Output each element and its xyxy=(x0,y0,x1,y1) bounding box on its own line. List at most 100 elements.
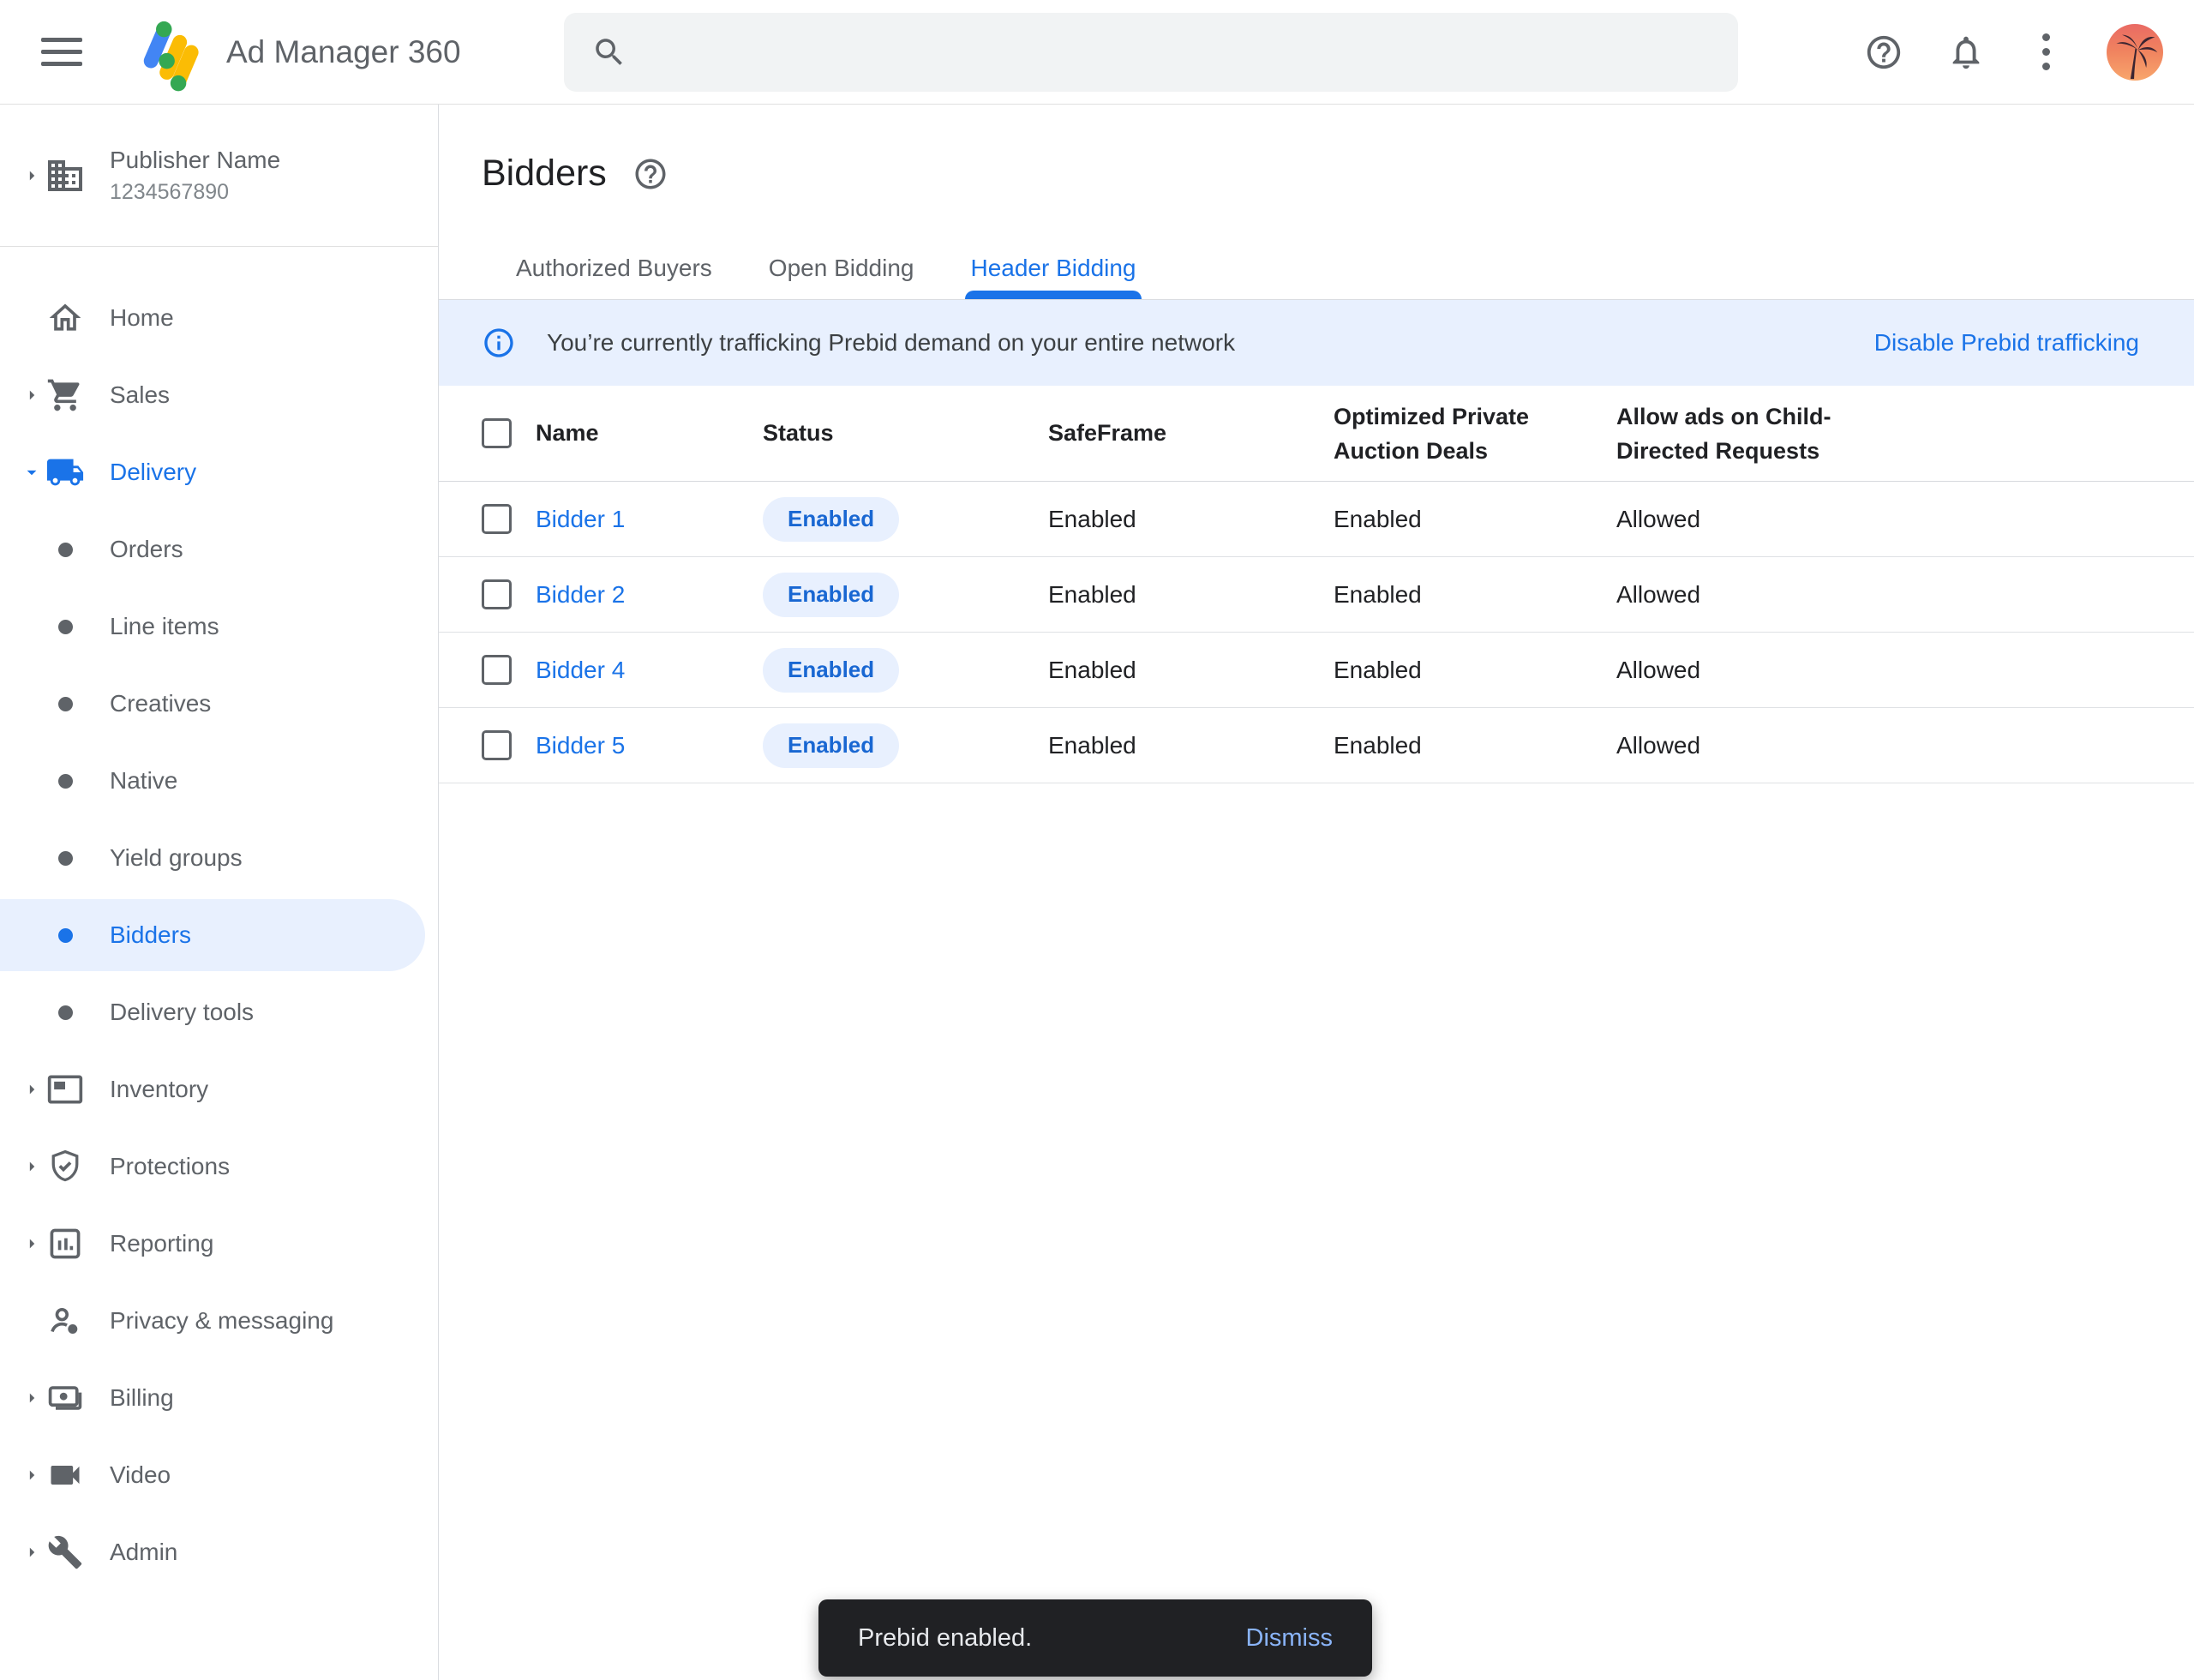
sidebar-item-orders[interactable]: Orders xyxy=(0,513,425,585)
publisher-switcher[interactable]: Publisher Name 1234567890 xyxy=(0,105,438,247)
sidebar-item-label: Creatives xyxy=(110,690,211,717)
sidebar-item-bidders[interactable]: Bidders xyxy=(0,899,425,971)
sidebar-item-delivery-tools[interactable]: Delivery tools xyxy=(0,976,425,1048)
safeframe-cell: Enabled xyxy=(1048,506,1334,533)
status-chip: Enabled xyxy=(763,648,899,693)
bullet-icon xyxy=(45,620,86,634)
sidebar-item-billing[interactable]: Billing xyxy=(0,1362,425,1434)
tab-header-bidding[interactable]: Header Bidding xyxy=(965,255,1141,299)
avatar[interactable] xyxy=(2107,24,2163,81)
row-checkbox[interactable] xyxy=(482,655,512,685)
column-header-status: Status xyxy=(763,420,1048,447)
sidebar-item-label: Video xyxy=(110,1461,171,1489)
disable-prebid-link[interactable]: Disable Prebid trafficking xyxy=(1874,329,2139,357)
sidebar-item-sales[interactable]: Sales xyxy=(0,359,425,431)
caret-right-icon xyxy=(19,384,45,406)
sidebar-item-privacy-messaging[interactable]: Privacy & messaging xyxy=(0,1285,425,1357)
bidders-table: Name Status SafeFrame Optimized Private … xyxy=(439,386,2194,783)
row-checkbox[interactable] xyxy=(482,504,512,534)
search-input[interactable] xyxy=(648,38,1711,67)
help-icon[interactable] xyxy=(1864,33,1903,72)
status-chip: Enabled xyxy=(763,723,899,768)
bidder-link[interactable]: Bidder 2 xyxy=(536,581,625,608)
sidebar: Publisher Name 1234567890 Home xyxy=(0,105,439,1680)
bullet-icon xyxy=(45,1005,86,1020)
sidebar-item-label: Privacy & messaging xyxy=(110,1307,333,1335)
more-vert-icon[interactable] xyxy=(2029,33,2064,70)
child-directed-cell: Allowed xyxy=(1616,732,2194,759)
status-chip: Enabled xyxy=(763,573,899,617)
safeframe-cell: Enabled xyxy=(1048,657,1334,684)
top-app-bar: Ad Manager 360 xyxy=(0,0,2194,105)
sidebar-item-label: Orders xyxy=(110,536,183,563)
notifications-icon[interactable] xyxy=(1946,33,1986,72)
dismiss-button[interactable]: Dismiss xyxy=(1246,1624,1334,1653)
sidebar-item-label: Delivery tools xyxy=(110,999,254,1026)
caret-right-icon xyxy=(19,1078,45,1101)
caret-right-icon xyxy=(19,165,45,187)
banknote-icon xyxy=(45,1379,86,1417)
caret-right-icon xyxy=(19,1233,45,1255)
row-checkbox[interactable] xyxy=(482,579,512,609)
truck-icon xyxy=(45,453,86,492)
bidder-link[interactable]: Bidder 4 xyxy=(536,657,625,683)
sidebar-item-creatives[interactable]: Creatives xyxy=(0,668,425,740)
wrench-icon xyxy=(45,1534,86,1570)
sidebar-item-protections[interactable]: Protections xyxy=(0,1131,425,1203)
sidebar-item-line-items[interactable]: Line items xyxy=(0,591,425,663)
prebid-banner: You’re currently trafficking Prebid dema… xyxy=(439,300,2194,386)
building-icon xyxy=(45,155,86,196)
child-directed-cell: Allowed xyxy=(1616,657,2194,684)
search-bar[interactable] xyxy=(564,13,1738,92)
app-window: Ad Manager 360 xyxy=(0,0,2194,1680)
sidebar-item-delivery[interactable]: Delivery xyxy=(0,436,425,508)
shield-check-icon xyxy=(45,1148,86,1185)
opa-deals-cell: Enabled xyxy=(1334,581,1616,609)
sidebar-item-video[interactable]: Video xyxy=(0,1439,425,1511)
toast-message: Prebid enabled. xyxy=(858,1624,1032,1653)
table-row: Bidder 1 Enabled Enabled Enabled Allowed xyxy=(439,482,2194,557)
row-checkbox[interactable] xyxy=(482,730,512,760)
sidebar-item-native[interactable]: Native xyxy=(0,745,425,817)
home-icon xyxy=(45,299,86,337)
page-title: Bidders xyxy=(482,153,607,195)
sidebar-item-label: Delivery xyxy=(110,459,196,486)
sidebar-nav: Home Sales xyxy=(0,247,438,1588)
sidebar-item-home[interactable]: Home xyxy=(0,282,425,354)
bullet-icon xyxy=(45,697,86,711)
tab-bar: Authorized Buyers Open Bidding Header Bi… xyxy=(439,255,2194,300)
column-header-name: Name xyxy=(536,420,763,447)
page-help-icon[interactable] xyxy=(632,156,668,192)
menu-icon[interactable] xyxy=(41,38,82,66)
opa-deals-cell: Enabled xyxy=(1334,506,1616,533)
table-header-row: Name Status SafeFrame Optimized Private … xyxy=(439,386,2194,482)
sidebar-item-reporting[interactable]: Reporting xyxy=(0,1208,425,1280)
sidebar-item-label: Inventory xyxy=(110,1076,208,1103)
bullet-icon xyxy=(45,543,86,557)
sidebar-item-inventory[interactable]: Inventory xyxy=(0,1053,425,1125)
caret-right-icon xyxy=(19,1464,45,1486)
search-icon xyxy=(591,34,627,70)
status-chip: Enabled xyxy=(763,497,899,542)
safeframe-cell: Enabled xyxy=(1048,732,1334,759)
caret-right-icon xyxy=(19,1155,45,1178)
bar-chart-icon xyxy=(45,1225,86,1263)
tab-authorized-buyers[interactable]: Authorized Buyers xyxy=(511,255,717,299)
tab-open-bidding[interactable]: Open Bidding xyxy=(764,255,920,299)
product-title: Ad Manager 360 xyxy=(226,34,461,70)
safeframe-cell: Enabled xyxy=(1048,581,1334,609)
sidebar-item-yield-groups[interactable]: Yield groups xyxy=(0,822,425,894)
inventory-icon xyxy=(45,1071,86,1108)
bidder-link[interactable]: Bidder 1 xyxy=(536,506,625,532)
sidebar-item-admin[interactable]: Admin xyxy=(0,1516,425,1588)
publisher-name: Publisher Name xyxy=(110,147,280,174)
select-all-checkbox[interactable] xyxy=(482,418,512,448)
child-directed-cell: Allowed xyxy=(1616,506,2194,533)
column-header-opa-deals: Optimized Private Auction Deals xyxy=(1334,399,1548,468)
opa-deals-cell: Enabled xyxy=(1334,732,1616,759)
info-icon xyxy=(482,326,516,360)
sidebar-item-label: Line items xyxy=(110,613,219,640)
videocam-icon xyxy=(45,1456,86,1494)
bidder-link[interactable]: Bidder 5 xyxy=(536,732,625,759)
sidebar-item-label: Admin xyxy=(110,1539,177,1566)
